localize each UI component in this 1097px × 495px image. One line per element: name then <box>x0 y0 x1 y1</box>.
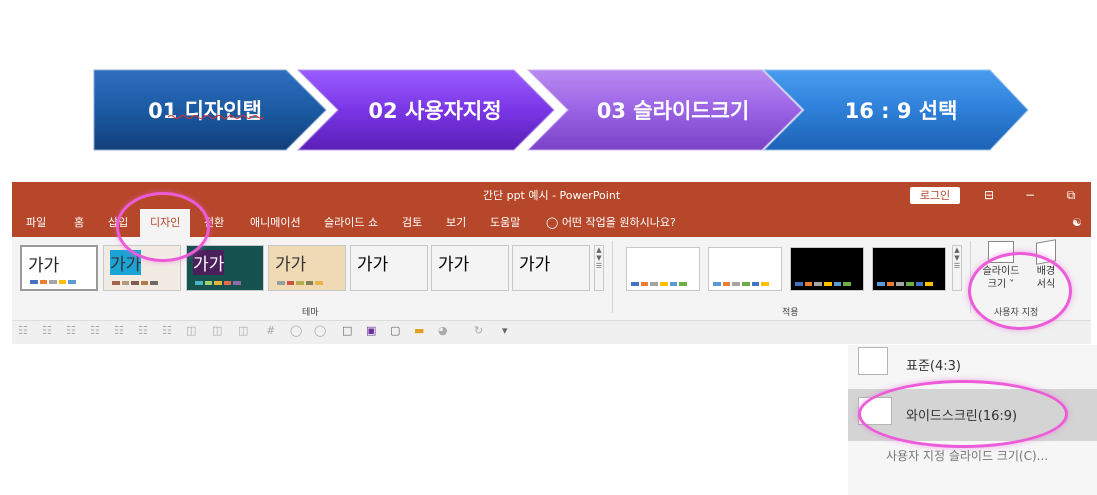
variant-thumb-1[interactable] <box>626 247 700 291</box>
theme-thumb-1[interactable]: 가가 <box>20 245 98 291</box>
qat-grid-icon[interactable]: # <box>266 324 275 337</box>
theme-color-dots <box>359 281 405 285</box>
lightbulb-icon: ◯ <box>546 216 559 229</box>
theme-thumb-text: 가가 <box>193 250 225 275</box>
tab-review[interactable]: 검토 <box>402 209 422 237</box>
group-divider <box>612 241 613 313</box>
qat-align-icon[interactable]: ☷ <box>138 324 148 337</box>
theme-color-dots <box>277 281 323 285</box>
share-user-icon[interactable]: ☯ <box>1072 209 1082 237</box>
tab-animations[interactable]: 애니메이션 <box>250 209 301 237</box>
qat-align-icon[interactable]: ☷ <box>162 324 172 337</box>
step-1-label: 01 디자인탭 <box>148 99 262 123</box>
variant-thumb-2[interactable] <box>708 247 782 291</box>
variant-color-dots <box>713 282 770 286</box>
minimize-button[interactable]: − <box>1015 182 1045 209</box>
ribbon-display-options-button[interactable]: ⊟ <box>974 182 1004 209</box>
qat-open-icon[interactable]: ▬ <box>414 324 424 337</box>
tell-me-placeholder: 어떤 작업을 원하시나요? <box>561 216 676 229</box>
theme-color-dots <box>195 281 241 285</box>
theme-color-dots <box>521 281 567 285</box>
standard-thumb-icon <box>858 347 888 375</box>
qat-group-icon[interactable]: ◫ <box>212 324 222 337</box>
spellcheck-underline <box>168 115 264 119</box>
step-arrows: 01 디자인탭 02 사용자지정 03 슬라이드크기 16 : 9 선택 <box>0 0 1097 160</box>
variant-color-dots <box>631 282 688 286</box>
qat-align-icon[interactable]: ☷ <box>90 324 100 337</box>
theme-color-dots <box>112 281 158 285</box>
highlight-customize-group <box>968 252 1072 330</box>
theme-thumb-text: 가가 <box>275 255 307 275</box>
step-2-label: 02 사용자지정 <box>368 99 502 123</box>
restore-button[interactable]: ⧉ <box>1056 182 1086 209</box>
variants-gallery-scroll[interactable]: ▲ ▼ ☰ <box>952 245 962 291</box>
theme-color-dots <box>440 281 486 285</box>
qat-redo-icon[interactable]: ↻ <box>474 324 483 337</box>
qat-circle-icon[interactable]: ◯ <box>290 324 302 337</box>
qat-align-icon[interactable]: ☷ <box>66 324 76 337</box>
highlight-widescreen-option <box>858 380 1068 448</box>
theme-color-dots <box>30 280 76 284</box>
qat-shapes-icon[interactable]: ◕ <box>438 324 448 337</box>
tell-me-search[interactable]: ◯ 어떤 작업을 원하시나요? <box>546 209 676 237</box>
qat-customize-icon[interactable]: ▾ <box>502 324 508 337</box>
theme-thumb-text: 가가 <box>519 255 551 275</box>
theme-thumb-7[interactable]: 가가 <box>512 245 590 291</box>
qat-align-icon[interactable]: ☷ <box>18 324 28 337</box>
theme-thumb-3[interactable]: 가가 <box>186 245 264 291</box>
tab-view[interactable]: 보기 <box>446 209 466 237</box>
theme-thumb-5[interactable]: 가가 <box>350 245 428 291</box>
variants-group-label: 적용 <box>782 308 799 318</box>
variant-color-dots <box>877 282 934 286</box>
qat-align-icon[interactable]: ☷ <box>42 324 52 337</box>
step-4-label: 16 : 9 선택 <box>844 99 958 123</box>
qat-align-icon[interactable]: ☷ <box>114 324 124 337</box>
qat-print-preview-icon[interactable]: ▢ <box>390 324 400 337</box>
theme-thumb-text: 가가 <box>438 255 470 275</box>
theme-thumb-text: 가가 <box>28 251 60 276</box>
highlight-design-tab <box>116 192 210 262</box>
tab-slideshow[interactable]: 슬라이드 쇼 <box>324 209 378 237</box>
tab-help[interactable]: 도움말 <box>490 209 520 237</box>
theme-thumb-4[interactable]: 가가 <box>268 245 346 291</box>
qat-circle-icon[interactable]: ◯ <box>314 324 326 337</box>
custom-size-option[interactable]: 사용자 지정 슬라이드 크기(C)... <box>886 447 1048 464</box>
themes-group-label: 테마 <box>302 308 319 318</box>
login-button[interactable]: 로그인 <box>910 187 960 204</box>
tab-file[interactable]: 파일 <box>26 209 46 237</box>
theme-thumb-6[interactable]: 가가 <box>431 245 509 291</box>
qat-new-icon[interactable]: □ <box>342 324 352 337</box>
theme-thumb-text: 가가 <box>357 255 389 275</box>
themes-gallery-scroll[interactable]: ▲ ▼ ☰ <box>594 245 604 291</box>
qat-group-icon[interactable]: ◫ <box>186 324 196 337</box>
standard-option[interactable]: 표준(4:3) <box>906 355 961 374</box>
qat-save-icon[interactable]: ▣ <box>366 324 376 337</box>
variant-color-dots <box>795 282 852 286</box>
variant-thumb-3[interactable] <box>790 247 864 291</box>
step-3-label: 03 슬라이드크기 <box>596 99 750 123</box>
variant-thumb-4[interactable] <box>872 247 946 291</box>
tab-home[interactable]: 홈 <box>74 209 84 237</box>
quick-access-toolbar: ☷ ☷ ☷ ☷ ☷ ☷ ☷ ◫ ◫ ◫ # ◯ ◯ □ ▣ ▢ ▬ ◕ ↻ ▾ <box>12 321 1091 344</box>
qat-group-icon[interactable]: ◫ <box>238 324 248 337</box>
